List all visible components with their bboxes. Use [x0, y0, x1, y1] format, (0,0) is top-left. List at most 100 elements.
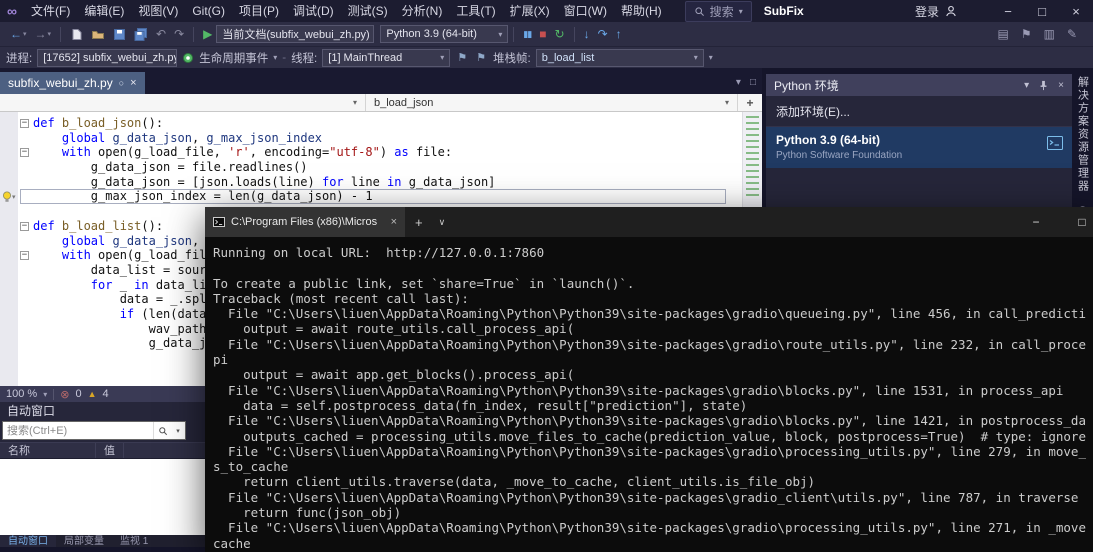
step-out-icon[interactable]: ↑	[612, 27, 626, 41]
fold-marker[interactable]: −	[20, 148, 29, 157]
autos-tab[interactable]: 监视 1	[112, 535, 156, 547]
break-all-button[interactable]: ▮▮	[519, 29, 535, 40]
close-panel-icon[interactable]: ×	[1058, 80, 1064, 91]
code-line[interactable]: g_data_json = file.readlines()	[20, 160, 726, 175]
thread-selector[interactable]: [1] MainThread ▾	[322, 49, 450, 67]
menu-item[interactable]: 视图(V)	[131, 0, 185, 22]
terminal-line: File "C:\Users\liuen\AppData\Roaming\Pyt…	[213, 520, 1093, 535]
breakpoint-gutter[interactable]	[0, 112, 18, 386]
terminal-output[interactable]: Running on local URL: http://127.0.0.1:7…	[205, 237, 1093, 552]
solution-name: SubFix	[764, 4, 804, 18]
sign-in-button[interactable]: 登录	[915, 3, 957, 20]
save-all-icon[interactable]	[130, 28, 152, 41]
open-folder-icon[interactable]	[87, 28, 109, 41]
new-file-icon[interactable]	[66, 28, 87, 41]
toolbar-overflow-icon[interactable]: ▾	[709, 53, 713, 62]
fold-marker[interactable]: −	[20, 222, 29, 231]
autos-tab[interactable]: 局部变量	[56, 535, 112, 547]
menu-item[interactable]: 测试(S)	[341, 0, 395, 22]
stop-debug-button[interactable]: ■	[535, 27, 550, 41]
tab-list-chevron-icon[interactable]: ▾	[736, 77, 741, 88]
error-count[interactable]: 0	[75, 388, 81, 400]
menu-item[interactable]: 编辑(E)	[77, 0, 131, 22]
terminal-dropdown-icon[interactable]: ∨	[433, 217, 452, 228]
menu-item[interactable]: 分析(N)	[395, 0, 450, 22]
minimize-button[interactable]: −	[991, 0, 1025, 22]
autos-search-input[interactable]	[3, 425, 153, 437]
menu-item[interactable]: 项目(P)	[232, 0, 286, 22]
step-over-icon[interactable]: ↷	[594, 27, 612, 41]
save-icon[interactable]	[109, 28, 130, 41]
lifecycle-events-button[interactable]: 生命周期事件	[199, 50, 268, 66]
code-line[interactable]: g_data_json = [json.loads(line) for line…	[20, 175, 726, 190]
code-line[interactable]: g_max_json_index = len(g_data_json) - 1	[20, 189, 726, 204]
add-environment-button[interactable]: 添加环境(E)...	[766, 96, 1072, 127]
pin-icon[interactable]	[1038, 80, 1049, 91]
restart-debug-button[interactable]: ↻	[551, 27, 569, 41]
terminal-tab[interactable]: C:\Program Files (x86)\Micros ×	[205, 207, 405, 237]
editor-tab-strip: subfix_webui_zh.py ○ × ▾ □	[0, 68, 762, 94]
code-line[interactable]: global g_data_json, g_max_json_index	[20, 131, 726, 146]
autos-column-header[interactable]: 名称	[0, 443, 96, 458]
flag-icon[interactable]: ⚑	[1021, 27, 1032, 41]
environment-list-item[interactable]: Python 3.9 (64-bit) Python Software Foun…	[766, 127, 1072, 168]
menu-item[interactable]: Git(G)	[185, 0, 232, 22]
terminal-tab-close-icon[interactable]: ×	[391, 216, 397, 228]
stack-frame-value: b_load_list	[542, 52, 595, 64]
menu-item[interactable]: 帮助(H)	[614, 0, 669, 22]
errors-icon[interactable]: ⊗	[60, 388, 69, 401]
step-into-icon[interactable]: ↓	[580, 27, 594, 41]
float-window-icon[interactable]: □	[750, 77, 756, 88]
fold-marker[interactable]: −	[20, 251, 29, 260]
start-debug-button[interactable]: ▶	[199, 27, 216, 41]
new-tab-button[interactable]: +	[405, 215, 433, 230]
tab-close-icon[interactable]: ×	[130, 77, 136, 89]
fold-marker[interactable]: −	[20, 119, 29, 128]
window-menu-chevron-icon[interactable]: ▾	[1024, 80, 1029, 91]
nav-project-dropdown[interactable]: ▾	[0, 94, 366, 111]
chevron-down-icon: ▾	[353, 98, 357, 107]
autos-column-header[interactable]: 值	[96, 443, 124, 458]
terminal-maximize-button[interactable]: □	[1059, 207, 1093, 237]
navigate-forward-icon[interactable]: →▾	[31, 27, 56, 41]
warning-count[interactable]: 4	[102, 388, 108, 400]
flag-icon[interactable]: ⚑	[455, 51, 469, 64]
close-button[interactable]: ×	[1059, 0, 1093, 22]
menu-item[interactable]: 调试(D)	[286, 0, 341, 22]
python-version-dropdown[interactable]: Python 3.9 (64-bit) ▾	[380, 25, 508, 43]
warnings-icon[interactable]: ▲	[88, 389, 97, 399]
menu-item[interactable]: 文件(F)	[24, 0, 77, 22]
terminal-minimize-button[interactable]: −	[1013, 207, 1059, 237]
search-box[interactable]: 搜索 ▾	[685, 1, 752, 22]
menu-item[interactable]: 工具(T)	[449, 0, 502, 22]
maximize-button[interactable]: □	[1025, 0, 1059, 22]
interactive-window-icon[interactable]	[1047, 136, 1063, 155]
zoom-level[interactable]: 100 %	[6, 388, 37, 400]
code-line[interactable]: −def b_load_json():	[20, 116, 726, 131]
menu-item[interactable]: 扩展(X)	[503, 0, 557, 22]
split-editor-icon[interactable]: +	[738, 96, 762, 110]
feedback-pencil-icon[interactable]: ✎	[1067, 27, 1077, 41]
bookmark-list-icon[interactable]: ▤	[997, 27, 1008, 41]
stack-frame-label: 堆栈帧:	[493, 50, 531, 66]
search-icon[interactable]	[153, 422, 171, 439]
flag-outline-icon[interactable]: ⚑	[474, 51, 488, 64]
fold-spacer	[20, 236, 33, 245]
autos-tab[interactable]: 自动窗口	[0, 535, 56, 547]
task-list-icon[interactable]: ▥	[1044, 27, 1055, 41]
redo-icon[interactable]: ↷	[170, 27, 188, 41]
undo-icon[interactable]: ↶	[152, 27, 170, 41]
stack-frame-selector[interactable]: b_load_list ▾	[536, 49, 704, 67]
side-tab[interactable]: 解决方案资源管理器	[1075, 76, 1091, 193]
process-selector[interactable]: [17652] subfix_webui_zh.py ▾	[37, 49, 177, 67]
lightbulb-icon[interactable]: ▾	[2, 191, 16, 203]
startup-target-dropdown[interactable]: 当前文档(subfix_webui_zh.py) ▾	[216, 25, 374, 43]
navigate-back-icon[interactable]: ←▾	[6, 27, 31, 41]
editor-tab[interactable]: subfix_webui_zh.py ○ ×	[0, 72, 145, 94]
code-line[interactable]: − with open(g_load_file, 'r', encoding="…	[20, 145, 726, 160]
terminal-line: return func(json_obj)	[213, 505, 1093, 520]
menu-item[interactable]: 窗口(W)	[557, 0, 614, 22]
nav-member-dropdown[interactable]: b_load_json ▾	[366, 94, 738, 111]
fold-spacer	[20, 134, 33, 143]
chevron-down-icon[interactable]: ▾	[171, 427, 185, 435]
